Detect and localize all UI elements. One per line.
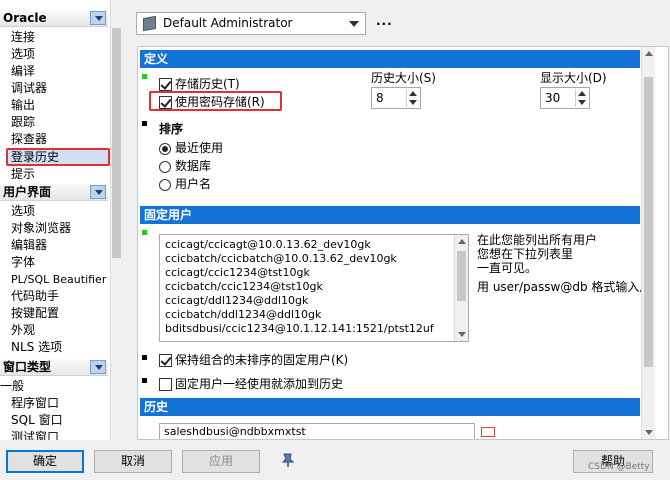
setting-marker-icon [142,378,147,383]
setting-marker-icon [142,121,147,126]
nav-item-program-window[interactable]: 程序窗口 [11,395,59,412]
chevron-down-icon[interactable] [349,21,359,27]
nav-item-ui-options[interactable]: 选项 [11,203,35,220]
list-item: bditsdbusi/ccic1234@10.1.12.141:1521/pts… [165,322,434,335]
add-to-history-checkbox[interactable] [159,378,172,391]
display-size-label: 显示大小(D) [540,71,607,85]
fixed-users-hint-line2: 您想在下拉列表里 [477,247,574,261]
spin-down-icon[interactable] [409,100,417,105]
keep-unsorted-label: 保持组合的未排序的固定用户(K) [175,353,349,367]
modified-marker-icon [142,74,147,79]
annotation-highlight [149,91,282,111]
nav-item-test-window[interactable]: 测试窗口 [11,429,59,440]
profile-more-button[interactable]: ... [376,14,393,28]
sort-recent-label: 最近使用 [175,141,224,155]
nav-category-oracle-label: Oracle [3,11,47,25]
display-size-value: 30 [545,91,561,105]
list-item: ccicbatch/ccicbatch@10.0.13.62_dev10gk [165,252,397,265]
nav-item-general[interactable]: 一般 [0,378,24,395]
fixed-users-hint-line4: 用 user/passw@db 格式输入用 [477,280,652,294]
store-history-label: 存储历史(T) [175,77,240,91]
nav-item-font[interactable]: 字体 [11,254,35,271]
nav-category-ui[interactable]: 用户界面 [0,184,108,201]
section-definition-header: 定义 [140,50,640,68]
nav-category-window-label: 窗口类型 [3,360,52,374]
list-item: ccicbatch/ccic1234@tst10gk [165,280,323,293]
nav-item-login-history[interactable]: 登录历史 [6,148,110,166]
history-list[interactable]: saleshdbusi@ndbbxmxtst [159,423,475,439]
nav-item-compile[interactable]: 编译 [11,63,35,80]
fixed-users-textarea[interactable]: ccicagt/ccicagt@10.0.13.62_dev10gk ccicb… [159,234,469,342]
sort-recent-radio[interactable] [159,143,171,155]
sort-label: 排序 [159,122,184,136]
spin-up-icon[interactable] [409,91,417,96]
settings-scrollbar[interactable] [641,47,655,439]
chevron-down-icon[interactable] [90,360,106,374]
spin-down-icon[interactable] [578,100,586,105]
ok-button[interactable]: 确定 [6,450,84,473]
history-entry: saleshdbusi@ndbbxmxtst [164,425,306,438]
nav-scrollbar-thumb[interactable] [112,28,121,258]
setting-marker-icon [142,355,147,360]
sort-username-label: 用户名 [175,177,212,191]
spin-up-icon[interactable] [578,91,586,96]
chevron-down-icon[interactable] [90,11,106,25]
nav-item-appearance[interactable]: 外观 [11,322,35,339]
options-nav-panel: Oracle 连接 选项 编译 调试器 输出 跟踪 探查器 登录历史 提示 用户… [0,0,122,440]
list-item: ccicagt/ccicagt@10.0.13.62_dev10gk [165,238,371,251]
keep-unsorted-checkbox[interactable] [159,354,172,367]
scroll-up-icon[interactable] [645,51,653,56]
store-history-checkbox[interactable] [159,78,172,91]
nav-item-connect[interactable]: 连接 [11,29,35,46]
nav-item-profiler[interactable]: 探查器 [11,131,47,148]
scroll-down-icon[interactable] [458,332,466,337]
nav-scrollbar[interactable] [110,0,122,440]
nav-item-beautifier[interactable]: PL/SQL Beautifier [11,271,106,288]
nav-item-code-assistant[interactable]: 代码助手 [11,288,59,305]
fixed-users-hint-line1: 在此您能列出所有用户 [477,233,598,247]
apply-button[interactable]: 应用 [182,450,260,473]
nav-item-key-config[interactable]: 按键配置 [11,305,59,322]
list-item: ccicagt/ccic1234@tst10gk [165,266,310,279]
profile-select-value: Default Administrator [163,16,293,30]
nav-item-nls-options[interactable]: NLS 选项 [11,339,62,356]
history-size-label: 历史大小(S) [371,71,436,85]
section-history-header: 历史 [140,398,640,416]
nav-item-output[interactable]: 输出 [11,97,35,114]
nav-category-ui-label: 用户界面 [3,185,52,199]
history-size-value: 8 [376,91,384,105]
settings-scrollbar-thumb[interactable] [644,77,653,367]
fixed-users-scrollbar[interactable] [454,235,468,341]
profile-select[interactable]: Default Administrator [136,12,366,35]
watermark-text: CSDN @Betty [588,462,650,472]
profile-cube-icon [143,15,156,32]
sort-database-radio[interactable] [159,161,171,173]
nav-category-oracle[interactable]: Oracle [0,10,108,27]
fixed-users-hint-line3: 一直可见。 [477,261,538,275]
nav-item-editor[interactable]: 编辑器 [11,237,47,254]
nav-category-window-types[interactable]: 窗口类型 [0,359,108,376]
chevron-down-icon[interactable] [90,185,106,199]
list-item: ccicbatch/ddl1234@ddl10gk [165,308,322,321]
fixed-users-scrollbar-thumb[interactable] [457,251,466,301]
section-fixed-users-header: 固定用户 [140,206,640,224]
sort-username-radio[interactable] [159,179,171,191]
scroll-up-icon[interactable] [458,239,466,244]
sort-database-label: 数据库 [175,159,212,173]
nav-item-object-browser[interactable]: 对象浏览器 [11,220,71,237]
scroll-down-icon[interactable] [645,430,653,435]
nav-item-trace[interactable]: 跟踪 [11,114,35,131]
history-delete-button[interactable] [481,427,495,437]
nav-item-options[interactable]: 选项 [11,46,35,63]
list-item: ccicagt/ddl1234@ddl10gk [165,294,309,307]
modified-marker-icon [142,230,147,235]
pin-icon[interactable] [280,452,296,468]
nav-item-hints[interactable]: 提示 [11,166,35,183]
history-size-stepper[interactable]: 8 [371,87,421,109]
add-to-history-label: 固定用户一经使用就添加到历史 [175,377,344,391]
nav-item-sql-window[interactable]: SQL 窗口 [11,412,63,429]
display-size-stepper[interactable]: 30 [540,87,590,109]
cancel-button[interactable]: 取消 [94,450,172,473]
nav-item-debugger[interactable]: 调试器 [11,80,47,97]
